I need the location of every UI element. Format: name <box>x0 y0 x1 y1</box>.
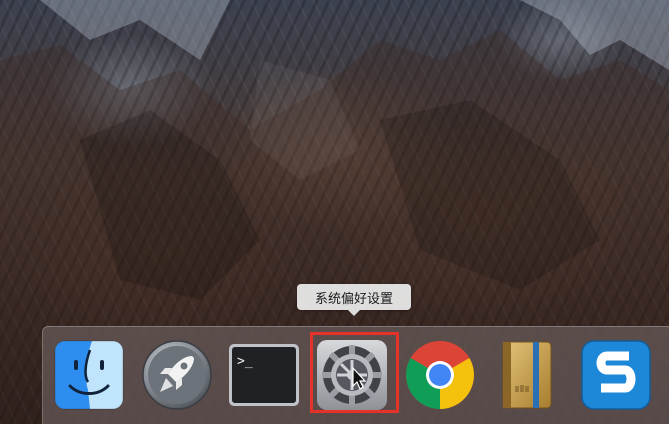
dock-item-snagit[interactable] <box>579 338 653 412</box>
dock-item-system-preferences[interactable] <box>315 338 389 412</box>
dock-item-launchpad[interactable] <box>140 338 214 412</box>
dock-item-chrome[interactable] <box>403 338 477 412</box>
rocket-icon <box>142 340 212 410</box>
chrome-icon <box>406 341 474 409</box>
terminal-prompt: >_ <box>237 354 253 369</box>
terminal-icon: >_ <box>229 344 299 406</box>
finder-icon <box>54 340 124 410</box>
notebook-icon <box>502 341 552 409</box>
dock-item-terminal[interactable]: >_ <box>227 338 301 412</box>
dock-tooltip: 系统偏好设置 <box>297 284 411 310</box>
dock-item-finder[interactable] <box>52 338 126 412</box>
snagit-icon <box>581 340 651 410</box>
dock-item-notebook[interactable] <box>491 338 565 412</box>
gear-icon <box>317 340 387 410</box>
tooltip-label: 系统偏好设置 <box>314 291 393 307</box>
